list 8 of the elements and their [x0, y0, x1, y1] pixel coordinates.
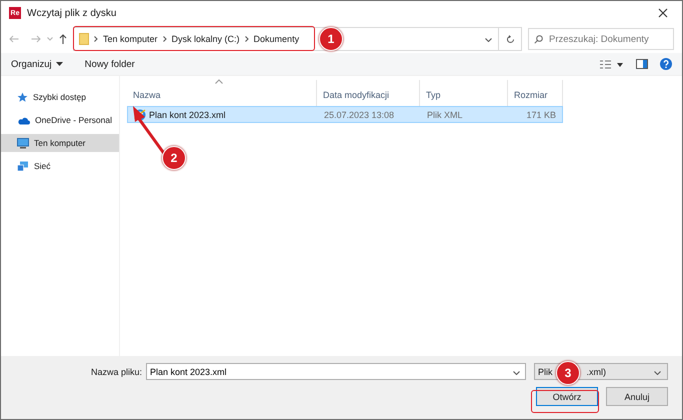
- size-cell-text: 171 KB: [525, 110, 557, 120]
- date-cell-text: 25.07.2023 13:08: [323, 110, 396, 120]
- window-title: Wczytaj plik z dysku: [27, 8, 118, 18]
- step-badge: 1: [319, 27, 343, 51]
- filename-label: Nazwa pliku:: [90, 366, 142, 376]
- step-badge: 2: [162, 146, 186, 170]
- type-cell-text: Plik XML: [426, 110, 464, 120]
- file-name: Plan kont 2023.xml: [149, 110, 226, 120]
